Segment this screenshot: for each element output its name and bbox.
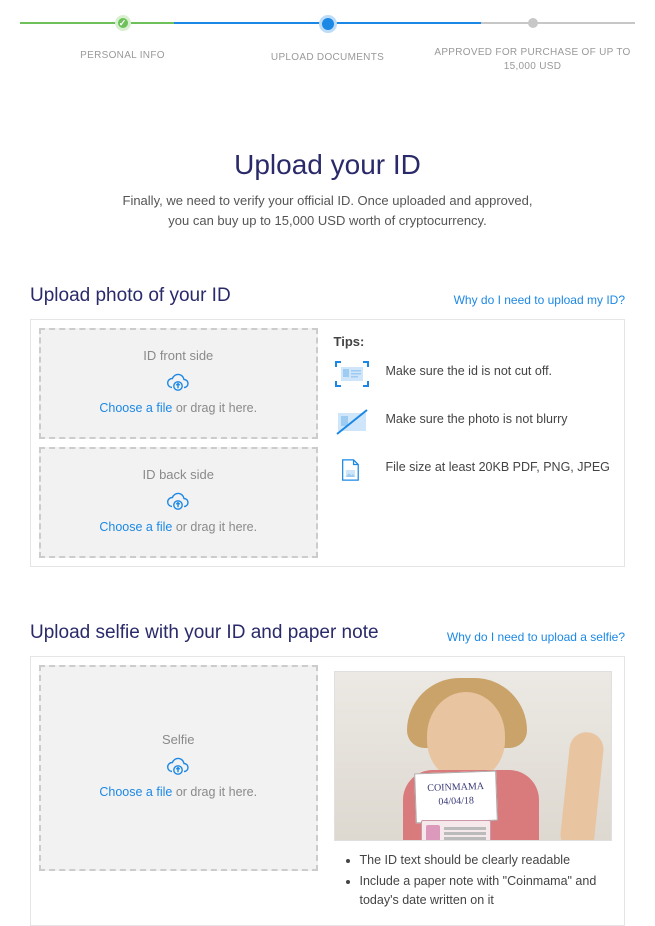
- id-back-choose-link[interactable]: Choose a file: [99, 520, 172, 534]
- tip-text-blur: Make sure the photo is not blurry: [386, 407, 568, 429]
- cloud-upload-icon: [166, 757, 190, 777]
- progress-stepper: PERSONAL INFO UPLOAD DOCUMENTS APPROVED …: [0, 0, 655, 74]
- id-front-dropzone[interactable]: ID front side Choose a file or drag it h…: [39, 328, 318, 439]
- id-back-dropzone[interactable]: ID back side Choose a file or drag it he…: [39, 447, 318, 558]
- selfie-bullets: The ID text should be clearly readable I…: [334, 851, 613, 909]
- tips-title: Tips:: [334, 334, 613, 349]
- progress-step-upload: UPLOAD DOCUMENTS: [225, 15, 430, 65]
- example-id-card: [421, 820, 491, 841]
- selfie-choose-link[interactable]: Choose a file: [99, 785, 172, 799]
- selfie-example-image: COINMAMA 04/04/18: [334, 671, 613, 841]
- id-back-choose-line: Choose a file or drag it here.: [49, 520, 308, 534]
- selfie-dropzone-col: Selfie Choose a file or drag it here.: [39, 665, 318, 917]
- selfie-section-title: Upload selfie with your ID and paper not…: [30, 622, 379, 644]
- selfie-section-body: Selfie Choose a file or drag it here. CO…: [30, 656, 625, 926]
- selfie-section-header: Upload selfie with your ID and paper not…: [30, 622, 625, 644]
- progress-label-personal: PERSONAL INFO: [20, 49, 225, 63]
- note-line2: 04/04/18: [438, 795, 474, 807]
- tip-row-crop: Make sure the id is not cut off.: [334, 359, 613, 389]
- tip-text-crop: Make sure the id is not cut off.: [386, 359, 553, 381]
- crop-corners-icon: [334, 359, 370, 389]
- id-dropzones: ID front side Choose a file or drag it h…: [39, 328, 318, 558]
- id-section-body: ID front side Choose a file or drag it h…: [30, 319, 625, 567]
- selfie-choose-line: Choose a file or drag it here.: [49, 785, 308, 799]
- example-head: [427, 692, 505, 780]
- id-section-header: Upload photo of your ID Why do I need to…: [30, 285, 625, 307]
- selfie-example-col: COINMAMA 04/04/18 The ID text should be …: [330, 665, 617, 917]
- selfie-bullet-2: Include a paper note with "Coinmama" and…: [360, 872, 613, 910]
- progress-label-upload: UPLOAD DOCUMENTS: [225, 51, 430, 65]
- progress-label-approved: APPROVED FOR PURCHASE OF UP TO 15,000 US…: [430, 46, 635, 74]
- id-front-drag-text: or drag it here.: [172, 401, 257, 415]
- progress-step-personal: PERSONAL INFO: [20, 15, 225, 63]
- current-step-icon: [319, 15, 337, 33]
- tip-row-blur: Make sure the photo is not blurry: [334, 407, 613, 437]
- example-arm: [559, 731, 605, 841]
- page-title: Upload your ID: [0, 149, 655, 181]
- id-section-title: Upload photo of your ID: [30, 285, 231, 307]
- cloud-upload-icon: [166, 492, 190, 512]
- tip-text-filesize: File size at least 20KB PDF, PNG, JPEG: [386, 455, 610, 477]
- progress-step-approved: APPROVED FOR PURCHASE OF UP TO 15,000 US…: [430, 15, 635, 74]
- id-front-label: ID front side: [49, 348, 308, 363]
- pending-step-icon: [528, 18, 538, 28]
- subtitle-line1: Finally, we need to verify your official…: [123, 193, 533, 208]
- tip-row-filesize: File size at least 20KB PDF, PNG, JPEG: [334, 455, 613, 485]
- selfie-label: Selfie: [49, 732, 308, 747]
- selfie-section: Upload selfie with your ID and paper not…: [30, 622, 625, 926]
- id-front-choose-link[interactable]: Choose a file: [99, 401, 172, 415]
- id-help-link[interactable]: Why do I need to upload my ID?: [454, 293, 625, 307]
- example-note: COINMAMA 04/04/18: [414, 771, 498, 824]
- selfie-drag-text: or drag it here.: [172, 785, 257, 799]
- subtitle-line2: you can buy up to 15,000 USD worth of cr…: [168, 213, 486, 228]
- page-subtitle: Finally, we need to verify your official…: [0, 191, 655, 230]
- id-back-label: ID back side: [49, 467, 308, 482]
- selfie-dropzone[interactable]: Selfie Choose a file or drag it here.: [39, 665, 318, 871]
- id-tips: Tips: Make sure the id is not cut off.: [330, 328, 617, 558]
- check-icon: [115, 15, 131, 31]
- id-upload-section: Upload photo of your ID Why do I need to…: [30, 285, 625, 567]
- file-image-icon: [334, 455, 370, 485]
- cloud-upload-icon: [166, 373, 190, 393]
- no-blur-icon: [334, 407, 370, 437]
- id-front-choose-line: Choose a file or drag it here.: [49, 401, 308, 415]
- id-back-drag-text: or drag it here.: [172, 520, 257, 534]
- selfie-bullet-1: The ID text should be clearly readable: [360, 851, 613, 870]
- note-line1: COINMAMA: [427, 781, 484, 794]
- selfie-help-link[interactable]: Why do I need to upload a selfie?: [447, 630, 625, 644]
